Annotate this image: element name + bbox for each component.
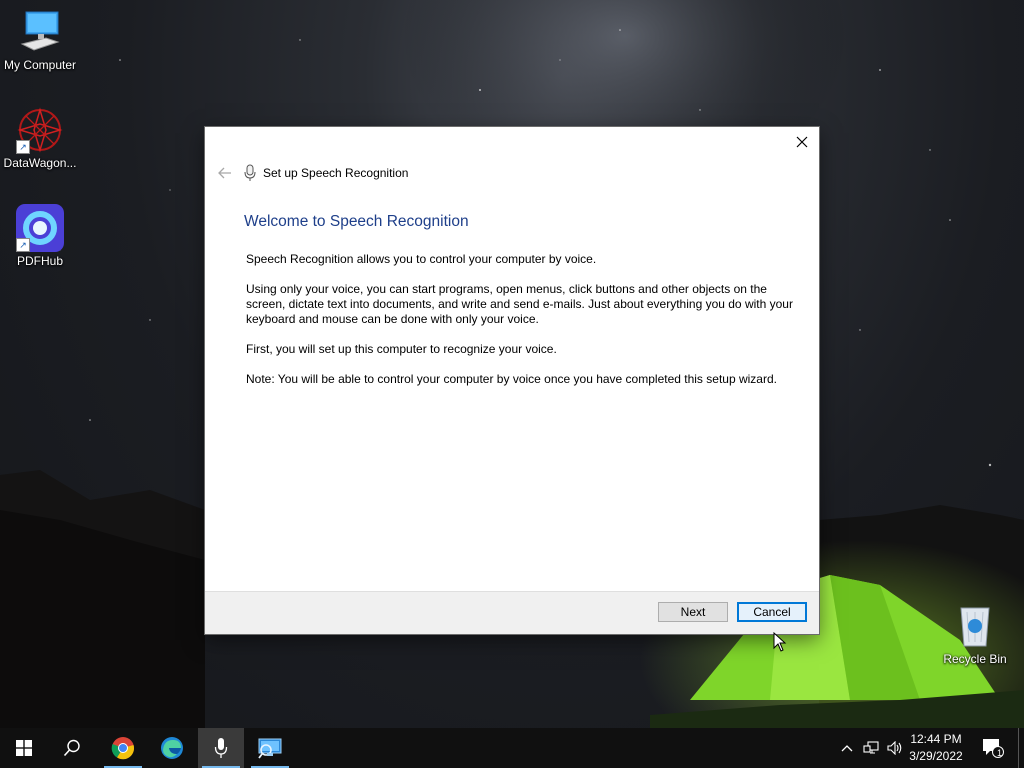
back-arrow-icon bbox=[218, 167, 231, 179]
clock-time: 12:44 PM bbox=[910, 732, 962, 746]
desktop-icon-recycle-bin[interactable]: Recycle Bin bbox=[935, 602, 1015, 666]
welcome-heading: Welcome to Speech Recognition bbox=[244, 213, 469, 230]
search-icon bbox=[63, 739, 80, 757]
start-button[interactable] bbox=[1, 728, 47, 768]
speech-recognition-setup-dialog: Set up Speech Recognition Welcome to Spe… bbox=[205, 127, 819, 634]
notification-count-badge: 1 bbox=[997, 748, 1003, 758]
volume-icon bbox=[887, 741, 902, 755]
mouse-cursor-icon bbox=[773, 632, 787, 652]
cancel-button[interactable]: Cancel bbox=[737, 602, 807, 622]
desktop-icon-datawagon[interactable]: ↗ DataWagon... bbox=[0, 106, 80, 170]
taskbar-remote-desktop[interactable] bbox=[247, 728, 293, 768]
datawagon-logo-icon: ↗ bbox=[16, 106, 64, 154]
desktop-icon-label: DataWagon... bbox=[3, 156, 77, 170]
dialog-title: Set up Speech Recognition bbox=[263, 166, 409, 180]
clock-button[interactable]: 12:44 PM 3/29/2022 bbox=[906, 731, 966, 765]
monitor-icon bbox=[16, 8, 64, 56]
recycle-bin-icon bbox=[951, 602, 999, 650]
taskbar-edge[interactable] bbox=[149, 728, 195, 768]
search-button[interactable] bbox=[49, 728, 95, 768]
close-button[interactable] bbox=[785, 127, 819, 157]
desktop-icon-my-computer[interactable]: My Computer bbox=[0, 8, 80, 72]
dialog-footer: Next Cancel bbox=[205, 591, 819, 634]
action-center-button[interactable]: 1 bbox=[978, 728, 1008, 768]
microphone-icon bbox=[244, 164, 256, 181]
microphone-icon bbox=[214, 738, 228, 758]
volume-tray-button[interactable] bbox=[884, 728, 906, 768]
desktop-icon-label: PDFHub bbox=[16, 254, 63, 268]
edge-icon bbox=[161, 737, 183, 759]
desktop-icon-label: Recycle Bin bbox=[943, 652, 1007, 666]
remote-desktop-icon bbox=[258, 738, 282, 759]
show-hidden-icons-button[interactable] bbox=[838, 728, 856, 768]
taskbar-chrome[interactable] bbox=[100, 728, 146, 768]
network-tray-button[interactable] bbox=[860, 728, 882, 768]
show-desktop-button[interactable] bbox=[1018, 728, 1024, 768]
network-icon bbox=[863, 741, 879, 754]
close-icon bbox=[796, 136, 808, 148]
taskbar: 12:44 PM 3/29/2022 1 bbox=[0, 728, 1024, 768]
shortcut-arrow-icon: ↗ bbox=[16, 238, 30, 252]
chrome-icon bbox=[111, 737, 135, 760]
note-paragraph: Note: You will be able to control your c… bbox=[246, 372, 777, 386]
desktop-icon-pdfhub[interactable]: ↗ PDFHub bbox=[0, 204, 80, 268]
desktop-icon-label: My Computer bbox=[3, 58, 77, 72]
dialog-header: Set up Speech Recognition bbox=[205, 163, 819, 185]
pdfhub-logo-icon: ↗ bbox=[16, 204, 64, 252]
intro-paragraph: Speech Recognition allows you to control… bbox=[246, 252, 597, 266]
clock-date: 3/29/2022 bbox=[909, 749, 963, 763]
setup-paragraph: First, you will set up this computer to … bbox=[246, 342, 557, 356]
description-paragraph: Using only your voice, you can start pro… bbox=[246, 282, 793, 326]
taskbar-speech-recognition[interactable] bbox=[198, 728, 244, 768]
start-icon bbox=[16, 740, 32, 756]
chevron-up-icon bbox=[841, 745, 853, 752]
next-button[interactable]: Next bbox=[658, 602, 728, 622]
back-button[interactable] bbox=[213, 163, 237, 183]
shortcut-arrow-icon: ↗ bbox=[16, 140, 30, 154]
